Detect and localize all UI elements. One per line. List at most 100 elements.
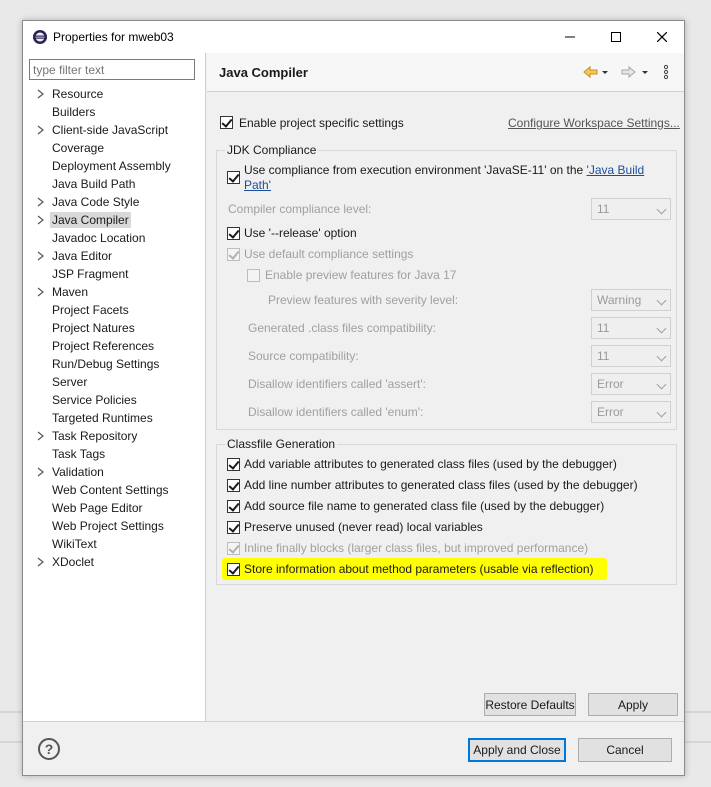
tree-item[interactable]: Project Facets	[23, 301, 206, 319]
tree-item[interactable]: Java Compiler	[23, 211, 206, 229]
tree-item[interactable]: Task Repository	[23, 427, 206, 445]
tree-item[interactable]: JSP Fragment	[23, 265, 206, 283]
property-page-tree: Resource Builders Client-side JavaScript Co…	[23, 53, 206, 721]
tree-item[interactable]: WikiText	[23, 535, 206, 553]
tree-item-label: JSP Fragment	[52, 267, 129, 281]
maximize-button[interactable]	[593, 21, 639, 53]
tree-item[interactable]: Project References	[23, 337, 206, 355]
properties-dialog: Properties for mweb03 Resource Builders Cl…	[22, 20, 685, 776]
filter-input[interactable]	[29, 59, 195, 80]
page-title: Java Compiler	[219, 65, 308, 80]
enum-identifiers-combo[interactable]: Error	[591, 401, 671, 423]
help-icon[interactable]: ?	[38, 738, 60, 760]
enable-preview-checkbox[interactable]	[247, 269, 260, 282]
assert-identifiers-combo[interactable]: Error	[591, 373, 671, 395]
tree-item[interactable]: Java Build Path	[23, 175, 206, 193]
tree-item-label: Builders	[52, 105, 96, 119]
chevron-right-icon[interactable]	[37, 467, 45, 477]
default-compliance-checkbox[interactable]	[227, 248, 240, 261]
tree-item[interactable]: Client-side JavaScript	[23, 121, 206, 139]
java-build-path-link-cont[interactable]: Path'	[244, 178, 271, 192]
store-method-params-checkbox[interactable]	[227, 563, 240, 576]
store-method-params-label: Store information about method parameter…	[244, 562, 594, 576]
compliance-level-combo[interactable]: 11	[591, 198, 671, 220]
forward-icon[interactable]	[621, 65, 649, 79]
tree-item[interactable]: Deployment Assembly	[23, 157, 206, 175]
apply-and-close-button[interactable]: Apply and Close	[468, 738, 566, 762]
tree-item[interactable]: Builders	[23, 103, 206, 121]
chevron-right-icon[interactable]	[37, 89, 45, 99]
inline-finally-label: Inline finally blocks (larger class file…	[244, 541, 589, 555]
tree-item[interactable]: Server	[23, 373, 206, 391]
tree-item[interactable]: Web Project Settings	[23, 517, 206, 535]
use-compliance-label: Use compliance from execution environmen…	[244, 163, 644, 193]
line-numbers-checkbox[interactable]	[227, 479, 240, 492]
tree-item-label: Server	[52, 375, 88, 389]
tree-item-label: Java Build Path	[52, 177, 136, 191]
page-header: Java Compiler	[207, 53, 684, 92]
tree-item[interactable]: Targeted Runtimes	[23, 409, 206, 427]
tree-item-label: Project References	[52, 339, 155, 353]
release-option-checkbox[interactable]	[227, 227, 240, 240]
source-file-name-checkbox[interactable]	[227, 500, 240, 513]
chevron-right-icon[interactable]	[37, 431, 45, 441]
chevron-right-icon[interactable]	[37, 251, 45, 261]
tree-item-label: Resource	[52, 87, 104, 101]
close-button[interactable]	[639, 21, 685, 53]
tree-item-label: XDoclet	[52, 555, 95, 569]
generated-compat-combo[interactable]: 11	[591, 317, 671, 339]
tree-item[interactable]: Validation	[23, 463, 206, 481]
tree-item-label: Task Repository	[52, 429, 138, 443]
tree-item-label: Web Project Settings	[52, 519, 164, 533]
preserve-unused-checkbox[interactable]	[227, 521, 240, 534]
chevron-down-icon	[656, 351, 667, 362]
inline-finally-checkbox[interactable]	[227, 542, 240, 555]
chevron-down-icon	[656, 323, 667, 334]
use-compliance-checkbox[interactable]	[227, 171, 240, 184]
chevron-right-icon[interactable]	[37, 215, 45, 225]
tree-item-label: Javadoc Location	[52, 231, 146, 245]
tree-item[interactable]: Task Tags	[23, 445, 206, 463]
minimize-button[interactable]	[547, 21, 593, 53]
tree-item-label: Validation	[52, 465, 104, 479]
tree-item[interactable]: Run/Debug Settings	[23, 355, 206, 373]
tree-item[interactable]: Service Policies	[23, 391, 206, 409]
back-icon[interactable]	[583, 65, 609, 79]
variable-attributes-checkbox[interactable]	[227, 458, 240, 471]
tree-item[interactable]: XDoclet	[23, 553, 206, 571]
tree-item[interactable]: Resource	[23, 85, 206, 103]
assert-identifiers-label: Disallow identifiers called 'assert':	[248, 377, 426, 391]
chevron-right-icon[interactable]	[37, 197, 45, 207]
enable-preview-label: Enable preview features for Java 17	[265, 268, 457, 282]
tree-item[interactable]: Java Editor	[23, 247, 206, 265]
configure-workspace-link[interactable]: Configure Workspace Settings...	[508, 116, 680, 130]
source-compat-combo[interactable]: 11	[591, 345, 671, 367]
chevron-right-icon[interactable]	[37, 287, 45, 297]
more-options-icon[interactable]	[663, 64, 669, 80]
tree-item[interactable]: Web Page Editor	[23, 499, 206, 517]
chevron-right-icon[interactable]	[37, 125, 45, 135]
java-build-path-link[interactable]: 'Java Build	[587, 163, 645, 177]
preview-severity-label: Preview features with severity level:	[268, 293, 459, 307]
minimize-icon	[565, 36, 575, 38]
preview-severity-combo[interactable]: Warning	[591, 289, 671, 311]
apply-button[interactable]: Apply	[588, 693, 678, 716]
enable-project-specific-checkbox[interactable]	[220, 116, 233, 129]
tree-item-label: WikiText	[52, 537, 97, 551]
tree-item-label: Client-side JavaScript	[52, 123, 169, 137]
source-compat-value: 11	[597, 349, 610, 363]
restore-defaults-button[interactable]: Restore Defaults	[484, 693, 576, 716]
enum-identifiers-value: Error	[597, 405, 624, 419]
chevron-down-icon	[656, 295, 667, 306]
tree-item[interactable]: Web Content Settings	[23, 481, 206, 499]
tree-item[interactable]: Project Natures	[23, 319, 206, 337]
line-numbers-label: Add line number attributes to generated …	[244, 478, 638, 492]
cancel-button[interactable]: Cancel	[578, 738, 672, 762]
tree-item[interactable]: Coverage	[23, 139, 206, 157]
preserve-unused-label: Preserve unused (never read) local varia…	[244, 520, 483, 534]
chevron-right-icon[interactable]	[37, 557, 45, 567]
tree-item[interactable]: Maven	[23, 283, 206, 301]
tree-item[interactable]: Java Code Style	[23, 193, 206, 211]
tree-item[interactable]: Javadoc Location	[23, 229, 206, 247]
compliance-level-value: 11	[597, 202, 610, 216]
